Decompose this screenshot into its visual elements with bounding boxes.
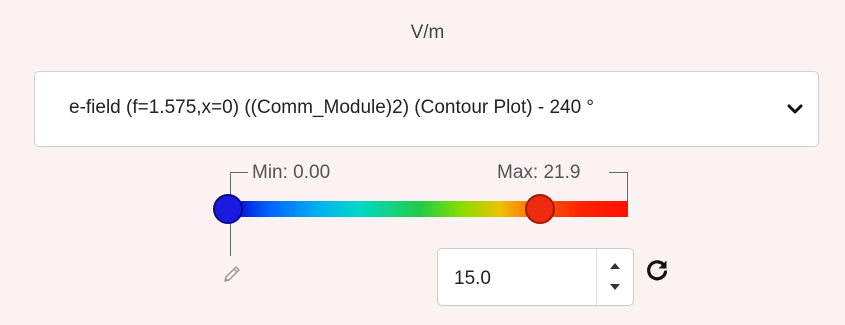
max-bracket-top bbox=[609, 172, 627, 173]
plot-select-value: e-field (f=1.575,x=0) ((Comm_Module)2) (… bbox=[69, 97, 595, 118]
caret-down-icon[interactable] bbox=[608, 282, 622, 292]
max-bracket-right bbox=[627, 172, 628, 202]
max-slider-handle[interactable] bbox=[525, 194, 555, 224]
refresh-icon[interactable] bbox=[644, 257, 670, 283]
caret-up-icon[interactable] bbox=[608, 261, 622, 271]
unit-label: V/m bbox=[410, 22, 445, 43]
pencil-icon[interactable] bbox=[221, 263, 243, 285]
value-spin-input[interactable]: 15.0 bbox=[437, 248, 634, 306]
min-slider-handle[interactable] bbox=[213, 194, 243, 224]
min-label: Min: 0.00 bbox=[252, 162, 331, 183]
max-label: Max: 21.9 bbox=[497, 162, 581, 183]
min-bracket-upper bbox=[230, 172, 231, 196]
color-gradient-bar bbox=[230, 201, 628, 217]
chevron-down-icon[interactable] bbox=[787, 103, 803, 115]
spin-input-value[interactable]: 15.0 bbox=[454, 268, 491, 290]
plot-select[interactable]: e-field (f=1.575,x=0) ((Comm_Module)2) (… bbox=[34, 71, 819, 147]
min-bracket-lower bbox=[230, 222, 231, 256]
min-bracket-top bbox=[230, 172, 248, 173]
spin-buttons bbox=[596, 249, 633, 305]
